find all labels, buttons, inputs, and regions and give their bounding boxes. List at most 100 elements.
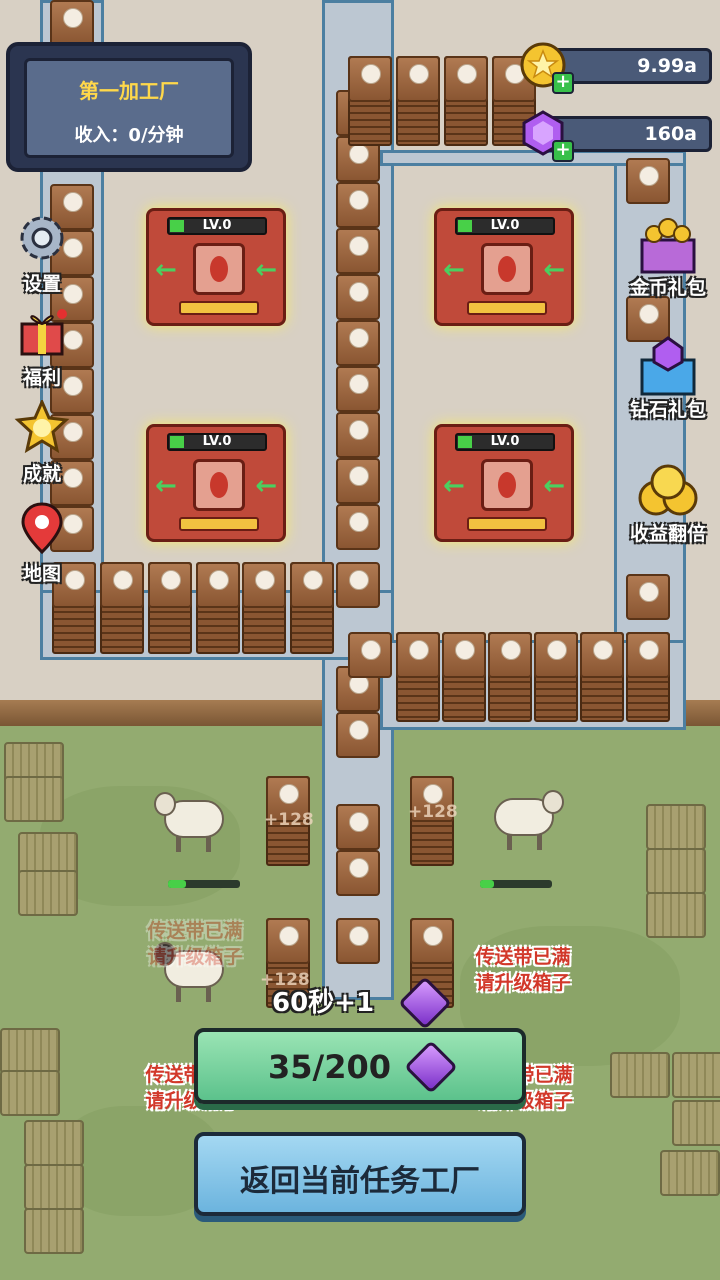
coin-pack-label: 金币礼包 [629,277,706,299]
hay-bale [646,892,706,938]
income-popup: +128 [264,810,314,830]
hay-bale [646,804,706,850]
hay-bale [4,776,64,822]
hay-bale [24,1208,84,1254]
crate [580,632,624,678]
arrow-left-icon: ← [155,471,177,501]
conveyor-full-warning: 传送带已满请升级箱子 [475,946,571,994]
gift-icon [14,304,70,360]
hay-bale [18,870,78,916]
return-to-task-factory-button[interactable]: 返回当前任务工厂 [194,1132,526,1216]
crate [336,918,380,964]
crate [336,504,380,550]
coin-stack-icon [636,460,700,524]
sheep[interactable] [484,788,564,852]
conveyor-full-warning: 传送带已满请升级箱子 [147,920,243,968]
crate [100,562,144,608]
machine-level: LV.0 [167,217,267,235]
hay-bale [24,1164,84,1210]
factory-info-screen: 第一加工厂 收入：0/分钟 [24,58,234,158]
crate [336,228,380,274]
arrow-left-icon: ← [543,471,565,501]
crate [336,320,380,366]
gem-progress-button[interactable]: 35/200 [194,1028,526,1104]
welfare-button[interactable]: 福利 [2,304,82,390]
machine-core [193,243,245,295]
crate [148,562,192,608]
machine-base [467,517,547,531]
diamond-gift-box-icon [636,336,700,400]
crate [336,182,380,228]
machine-base [179,301,259,315]
diamond-pack-button[interactable]: 钻石礼包 [620,336,716,422]
crate [336,562,380,608]
hay-bale [610,1052,670,1098]
crate [410,918,454,964]
crate [488,632,532,678]
crate [290,562,334,608]
settings-button[interactable]: 设置 [2,210,82,296]
crate [336,274,380,320]
crate [396,632,440,678]
machine-base [467,301,547,315]
gem-value: 160a [644,123,697,145]
diamond-pack-label: 钻石礼包 [629,399,706,421]
arrow-left-icon: ← [255,471,277,501]
hay-bale [0,1070,60,1116]
double-income-button[interactable]: 收益翻倍 [620,460,716,546]
gear-icon [14,210,70,266]
sheep-progress-bar [480,880,552,888]
factory-info-panel: 第一加工厂 收入：0/分钟 [6,42,252,172]
crate [348,632,392,678]
crate [336,850,380,896]
crate [534,632,578,678]
processing-machine[interactable]: LV.0 ← ← [434,208,574,326]
gem-progress-text: 35/200 [268,1048,392,1086]
welfare-label: 福利 [22,367,61,389]
crate [626,574,670,620]
map-button[interactable]: 地图 [2,500,82,586]
crate [336,458,380,504]
machine-core [193,459,245,511]
coin-value: 9.99a [637,55,697,77]
machine-base [179,517,259,531]
crate [336,412,380,458]
factory-name: 第一加工厂 [79,79,179,103]
hay-bale [672,1052,720,1098]
gem-reward-text: 60秒+1 [272,988,375,1018]
crate [444,56,488,102]
arrow-left-icon: ← [155,255,177,285]
crate [336,712,380,758]
map-label: 地图 [22,563,61,585]
add-coins-button[interactable]: + [552,72,574,94]
coin-pack-button[interactable]: 金币礼包 [620,214,716,300]
achievements-button[interactable]: 成就 [2,400,82,486]
sheep[interactable] [154,790,234,854]
crate [196,562,240,608]
sheep-progress-bar [168,880,240,888]
hay-bale [672,1100,720,1146]
crate [626,632,670,678]
crate [626,158,670,204]
add-gems-button[interactable]: + [552,140,574,162]
processing-machine[interactable]: LV.0 ← ← [146,424,286,542]
return-button-label: 返回当前任务工厂 [240,1164,480,1199]
machine-core [481,459,533,511]
settings-label: 设置 [22,273,61,295]
arrow-left-icon: ← [543,255,565,285]
processing-machine[interactable]: LV.0 ← ← [146,208,286,326]
machine-level: LV.0 [167,433,267,451]
crate [396,56,440,102]
star-badge-icon [14,400,70,456]
crate [266,918,310,964]
crate [336,366,380,412]
map-pin-icon [14,500,70,556]
crate [348,56,392,102]
processing-machine[interactable]: LV.0 ← ← [434,424,574,542]
hay-bale [0,1028,60,1074]
arrow-left-icon: ← [443,471,465,501]
crate [50,0,94,46]
double-income-label: 收益翻倍 [629,523,706,545]
achievements-label: 成就 [22,463,61,485]
coin-gift-box-icon [636,214,700,278]
